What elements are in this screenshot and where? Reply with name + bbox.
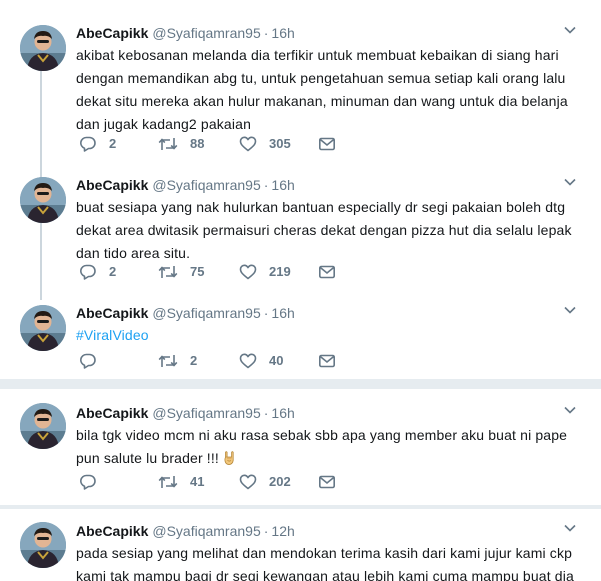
like-count: 305 — [269, 136, 291, 151]
avatar[interactable] — [20, 177, 66, 223]
tweet-text: bila tgk video mcm ni aku rasa sebak sbb… — [76, 427, 568, 466]
tweet-text: akibat kebosanan melanda dia terfikir un… — [76, 47, 568, 132]
display-name[interactable]: AbeCapikk — [76, 523, 148, 539]
like-button[interactable]: 40 — [239, 351, 283, 371]
display-name[interactable]: AbeCapikk — [76, 25, 148, 41]
retweet-icon — [158, 135, 178, 153]
display-name[interactable]: AbeCapikk — [76, 305, 148, 321]
tweet-text-block: bila tgk video mcm ni aku rasa sebak sbb… — [76, 424, 576, 470]
display-name[interactable]: AbeCapikk — [76, 177, 148, 193]
like-icon — [239, 135, 257, 153]
reply-icon — [79, 263, 97, 281]
user-handle[interactable]: @Syafiqamran95 — [152, 305, 260, 321]
like-button[interactable]: 202 — [239, 472, 291, 492]
separator-dot: · — [263, 305, 269, 321]
conversation-card: AbeCapikk @Syafiqamran95 · 16h akibat kebos… — [0, 0, 601, 379]
retweet-button[interactable]: 2 — [158, 351, 197, 371]
tweet-header: AbeCapikk @Syafiqamran95 · 12h — [76, 522, 295, 540]
like-icon — [239, 352, 257, 370]
tweet-actions: 41 202 — [76, 472, 406, 492]
user-handle[interactable]: @Syafiqamran95 — [152, 177, 260, 193]
retweet-button[interactable]: 41 — [158, 472, 204, 492]
retweet-button[interactable]: 88 — [158, 134, 204, 154]
like-icon — [239, 473, 257, 491]
chevron-down-icon[interactable] — [562, 402, 578, 418]
retweet-button[interactable]: 75 — [158, 262, 204, 282]
retweet-count: 2 — [190, 353, 198, 368]
chevron-down-icon[interactable] — [562, 302, 578, 318]
tweet-text: pada sesiap yang melihat dan mendokan te… — [76, 545, 574, 581]
direct-message-button[interactable] — [318, 262, 336, 282]
direct-message-button[interactable] — [318, 472, 336, 492]
timeline: AbeCapikk @Syafiqamran95 · 16h akibat kebos… — [0, 0, 601, 581]
avatar[interactable] — [20, 25, 66, 71]
tweet-header: AbeCapikk @Syafiqamran95 · 16h — [76, 176, 295, 194]
user-handle[interactable]: @Syafiqamran95 — [152, 25, 260, 41]
retweet-count: 75 — [190, 264, 205, 279]
retweet-count: 41 — [190, 474, 205, 489]
tweet[interactable]: AbeCapikk @Syafiqamran95 · 16h #ViralVideo … — [0, 300, 601, 375]
separator-dot: · — [263, 405, 269, 421]
reply-button[interactable] — [79, 351, 109, 371]
direct-message-button[interactable] — [318, 351, 336, 371]
tweet-header: AbeCapikk @Syafiqamran95 · 16h — [76, 304, 295, 322]
tweet[interactable]: AbeCapikk @Syafiqamran95 · 16h bila tgk vid… — [0, 400, 601, 500]
separator-dot: · — [263, 177, 269, 193]
chevron-down-icon[interactable] — [562, 22, 578, 38]
reply-icon — [79, 135, 97, 153]
timestamp[interactable]: 16h — [271, 405, 294, 421]
direct-message-button[interactable] — [318, 134, 336, 154]
like-count: 219 — [269, 264, 291, 279]
tweet[interactable]: AbeCapikk @Syafiqamran95 · 16h akibat kebos… — [0, 20, 601, 160]
reply-button[interactable]: 2 — [79, 262, 116, 282]
avatar[interactable] — [20, 305, 66, 351]
tweet-actions: 2 40 — [76, 351, 406, 371]
tweet-text: buat sesiapa yang nak hulurkan bantuan e… — [76, 199, 572, 261]
timestamp[interactable]: 16h — [271, 177, 294, 193]
reply-count: 2 — [109, 136, 117, 151]
tweet-actions: 2 88 305 — [76, 134, 406, 154]
display-name[interactable]: AbeCapikk — [76, 405, 148, 421]
timestamp[interactable]: 12h — [271, 523, 294, 539]
reply-icon — [79, 352, 97, 370]
user-handle[interactable]: @Syafiqamran95 — [152, 405, 260, 421]
mail-icon — [318, 135, 336, 153]
tweet-card: AbeCapikk @Syafiqamran95 · 16h bila tgk vid… — [0, 389, 601, 505]
separator-dot: · — [263, 25, 269, 41]
reply-count: 2 — [109, 264, 117, 279]
like-count: 40 — [269, 353, 284, 368]
avatar[interactable] — [20, 522, 66, 568]
user-handle[interactable]: @Syafiqamran95 — [152, 523, 260, 539]
avatar[interactable] — [20, 403, 66, 449]
rock-on-hand-icon — [221, 450, 237, 466]
mail-icon — [318, 352, 336, 370]
timestamp[interactable]: 16h — [271, 305, 294, 321]
tweet[interactable]: AbeCapikk @Syafiqamran95 · 12h pada sesiap … — [0, 518, 601, 581]
reply-button[interactable] — [79, 472, 109, 492]
like-icon — [239, 263, 257, 281]
like-button[interactable]: 305 — [239, 134, 291, 154]
mail-icon — [318, 263, 336, 281]
tweet[interactable]: AbeCapikk @Syafiqamran95 · 16h buat sesiapa… — [0, 172, 601, 292]
retweet-icon — [158, 352, 178, 370]
tweet-header: AbeCapikk @Syafiqamran95 · 16h — [76, 24, 295, 42]
tweet-card: AbeCapikk @Syafiqamran95 · 12h pada sesiap … — [0, 509, 601, 581]
reply-icon — [79, 473, 97, 491]
retweet-icon — [158, 263, 178, 281]
timestamp[interactable]: 16h — [271, 25, 294, 41]
reply-button[interactable]: 2 — [79, 134, 116, 154]
like-button[interactable]: 219 — [239, 262, 291, 282]
separator-dot: · — [263, 523, 269, 539]
retweet-icon — [158, 473, 178, 491]
retweet-count: 88 — [190, 136, 205, 151]
chevron-down-icon[interactable] — [562, 174, 578, 190]
like-count: 202 — [269, 474, 291, 489]
hashtag-link[interactable]: #ViralVideo — [76, 324, 576, 347]
tweet-actions: 2 75 219 — [76, 262, 406, 282]
tweet-header: AbeCapikk @Syafiqamran95 · 16h — [76, 404, 295, 422]
chevron-down-icon[interactable] — [562, 520, 578, 536]
mail-icon — [318, 473, 336, 491]
